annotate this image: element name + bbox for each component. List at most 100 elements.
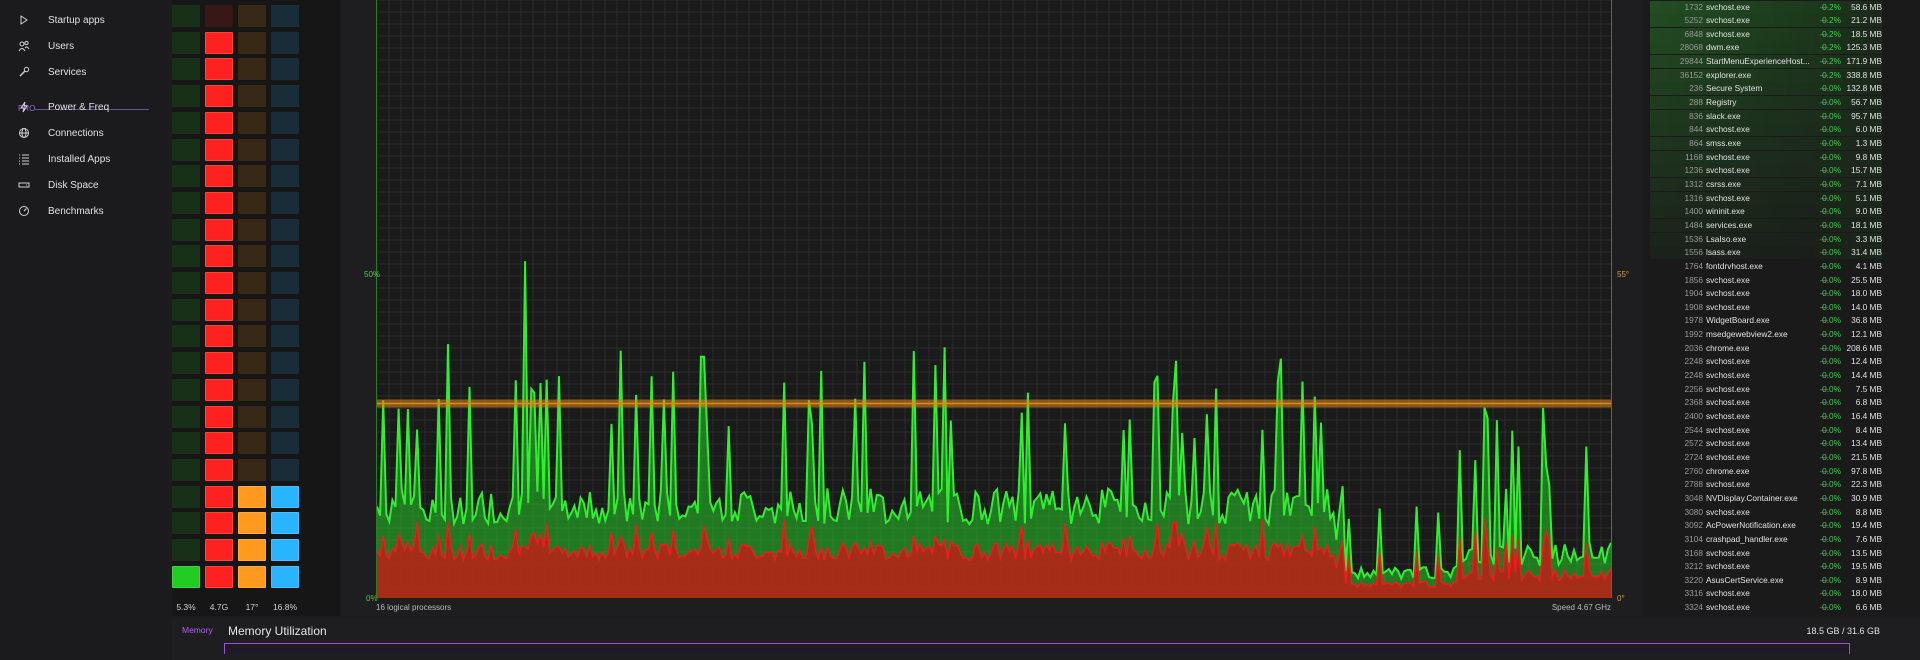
- temp-axis-zero-label: 0°: [1617, 594, 1625, 603]
- cpu-axis-mid-label: 50%: [364, 270, 381, 279]
- sidebar-item-power-freq[interactable]: Power & Freq: [14, 97, 109, 117]
- process-row[interactable]: 3168 svchost.exe 0.0% —13.5 MB: [1650, 547, 1882, 560]
- wrench-icon: [14, 66, 34, 78]
- process-pid: 1732: [1684, 1, 1703, 12]
- meter-segment: [205, 432, 233, 455]
- meter-segment: [238, 352, 266, 375]
- process-memory: 97.8 MB: [1851, 465, 1882, 476]
- sidebar-item-connections[interactable]: Connections: [14, 123, 104, 143]
- process-row[interactable]: 3212 svchost.exe 0.0% —19.5 MB: [1650, 560, 1882, 573]
- process-row[interactable]: 29844 StartMenuExperienceHost... 0.2% —171.…: [1650, 55, 1882, 69]
- meter-segment: [271, 165, 299, 188]
- process-row[interactable]: 1908 svchost.exe 0.0% —14.0 MB: [1650, 301, 1882, 314]
- process-row[interactable]: 2400 svchost.exe 0.0% —16.4 MB: [1650, 410, 1882, 423]
- process-row[interactable]: 2724 svchost.exe 0.0% —21.5 MB: [1650, 451, 1882, 464]
- process-row[interactable]: 236 Secure System 0.0% —132.8 MB: [1650, 82, 1882, 96]
- process-memory: 8.4 MB: [1855, 424, 1882, 435]
- process-row[interactable]: 1856 svchost.exe 0.0% —25.5 MB: [1650, 274, 1882, 287]
- process-pid: 2248: [1684, 370, 1703, 381]
- process-row[interactable]: 1400 wininit.exe 0.0% —9.0 MB: [1650, 205, 1882, 219]
- process-row[interactable]: 1316 svchost.exe 0.0% —5.1 MB: [1650, 191, 1882, 205]
- process-row[interactable]: 1484 services.exe 0.0% —18.1 MB: [1650, 218, 1882, 232]
- process-dash: —: [1819, 56, 1829, 67]
- memory-utilization-graph: [224, 643, 1850, 654]
- process-row[interactable]: 3104 crashpad_handler.exe 0.0% —7.6 MB: [1650, 533, 1882, 546]
- sidebar-item-disk-space[interactable]: Disk Space: [14, 175, 99, 195]
- process-row[interactable]: 1236 svchost.exe 0.0% —15.7 MB: [1650, 164, 1882, 178]
- process-row[interactable]: 2248 svchost.exe 0.0% —12.4 MB: [1650, 355, 1882, 368]
- sidebar-item-label: Benchmarks: [48, 205, 104, 217]
- process-row[interactable]: 6848 svchost.exe 0.2% —18.5 MB: [1650, 27, 1882, 41]
- process-row[interactable]: 2572 svchost.exe 0.0% —13.4 MB: [1650, 437, 1882, 450]
- process-pid: 2036: [1684, 342, 1703, 353]
- process-row[interactable]: 3080 svchost.exe 0.0% —8.8 MB: [1650, 506, 1882, 519]
- process-row[interactable]: 1764 fontdrvhost.exe 0.0% —4.1 MB: [1650, 260, 1882, 273]
- process-pid: 2256: [1684, 383, 1703, 394]
- meter-segment: [172, 432, 200, 455]
- meter-segment: [205, 165, 233, 188]
- meter-segment: [271, 565, 299, 588]
- process-row[interactable]: 2036 chrome.exe 0.0% —208.6 MB: [1650, 342, 1882, 355]
- process-row[interactable]: 836 slack.exe 0.0% —95.7 MB: [1650, 109, 1882, 123]
- meter-segment: [271, 378, 299, 401]
- process-row[interactable]: 1168 svchost.exe 0.0% —9.8 MB: [1650, 150, 1882, 164]
- process-row[interactable]: 3220 AsusCertService.exe 0.0% —8.9 MB: [1650, 574, 1882, 587]
- process-row[interactable]: 2248 svchost.exe 0.0% —14.4 MB: [1650, 369, 1882, 382]
- process-row[interactable]: 36152 explorer.exe 0.2% —338.8 MB: [1650, 68, 1882, 82]
- process-memory: 18.0 MB: [1851, 288, 1882, 299]
- process-memory: 132.8 MB: [1846, 83, 1882, 94]
- process-row[interactable]: 28068 dwm.exe 0.2% —125.3 MB: [1650, 41, 1882, 55]
- process-dash: —: [1819, 69, 1829, 80]
- process-row[interactable]: 2256 svchost.exe 0.0% —7.5 MB: [1650, 383, 1882, 396]
- meter-segment: [238, 485, 266, 508]
- process-row[interactable]: 844 svchost.exe 0.0% —6.0 MB: [1650, 123, 1882, 137]
- meter-segment: [205, 85, 233, 108]
- sidebar-item-services[interactable]: Services: [14, 62, 86, 82]
- process-row[interactable]: 2544 svchost.exe 0.0% —8.4 MB: [1650, 424, 1882, 437]
- sidebar-item-label: Connections: [48, 127, 104, 139]
- process-row[interactable]: 3092 AcPowerNotification.exe 0.0% —19.4 MB: [1650, 519, 1882, 532]
- meter-segment: [172, 539, 200, 561]
- process-row[interactable]: 1556 lsass.exe 0.0% —31.4 MB: [1650, 246, 1882, 260]
- process-row[interactable]: 2368 svchost.exe 0.0% —6.8 MB: [1650, 396, 1882, 409]
- meter-segment: [205, 539, 233, 561]
- process-row[interactable]: 864 smss.exe 0.0% —1.3 MB: [1650, 137, 1882, 150]
- memory-tab[interactable]: Memory: [182, 625, 213, 635]
- meter-segment: [205, 458, 233, 481]
- process-dash: —: [1819, 602, 1829, 613]
- sidebar-item-startup-apps[interactable]: Startup apps: [14, 10, 105, 30]
- process-row[interactable]: 1978 WidgetBoard.exe 0.0% —36.8 MB: [1650, 314, 1882, 327]
- process-dash: —: [1819, 178, 1829, 189]
- meter-segment: [238, 138, 266, 161]
- process-memory: 6.8 MB: [1855, 397, 1882, 408]
- process-dash: —: [1819, 492, 1829, 503]
- meter-segment: [238, 405, 266, 428]
- process-memory: 16.4 MB: [1851, 411, 1882, 421]
- process-row[interactable]: 3316 svchost.exe 0.0% —18.0 MB: [1650, 587, 1882, 600]
- process-pid: 1908: [1684, 301, 1703, 312]
- process-row[interactable]: 2760 chrome.exe 0.0% —97.8 MB: [1650, 465, 1882, 478]
- process-row[interactable]: 3048 NVDisplay.Container.exe 0.0% —30.9 MB: [1650, 492, 1882, 505]
- meter-segment: [205, 31, 233, 54]
- process-memory: 12.4 MB: [1851, 356, 1882, 367]
- meter-segment: [271, 218, 299, 241]
- process-row[interactable]: 1992 msedgewebview2.exe 0.0% —12.1 MB: [1650, 328, 1882, 341]
- sidebar-item-users[interactable]: Users: [14, 36, 74, 56]
- usage-meters: 5.3% 4.7G 17° 16.8%: [172, 0, 340, 616]
- process-row[interactable]: 3324 svchost.exe 0.0% —6.6 MB: [1650, 601, 1882, 614]
- process-row[interactable]: 2788 svchost.exe 0.0% —22.3 MB: [1650, 478, 1882, 491]
- process-row[interactable]: 1312 csrss.exe 0.0% —7.1 MB: [1650, 177, 1882, 191]
- sidebar-item-label: Startup apps: [48, 14, 105, 26]
- process-row[interactable]: 288 Registry 0.0% —56.7 MB: [1650, 96, 1882, 110]
- meter-segment: [172, 58, 200, 81]
- process-memory: 36.8 MB: [1851, 315, 1882, 326]
- sidebar-item-benchmarks[interactable]: Benchmarks: [14, 201, 104, 221]
- process-row[interactable]: 1732 svchost.exe 0.2% —58.6 MB: [1650, 0, 1882, 14]
- process-dash: —: [1819, 110, 1829, 121]
- process-row[interactable]: 5252 svchost.exe 0.2% —21.2 MB: [1650, 14, 1882, 28]
- process-row[interactable]: 1536 LsaIso.exe 0.0% —3.3 MB: [1650, 232, 1882, 246]
- process-row[interactable]: 1904 svchost.exe 0.0% —18.0 MB: [1650, 287, 1882, 300]
- sidebar-item-installed-apps[interactable]: Installed Apps: [14, 149, 110, 169]
- list-icon: [14, 153, 34, 165]
- process-dash: —: [1819, 465, 1829, 476]
